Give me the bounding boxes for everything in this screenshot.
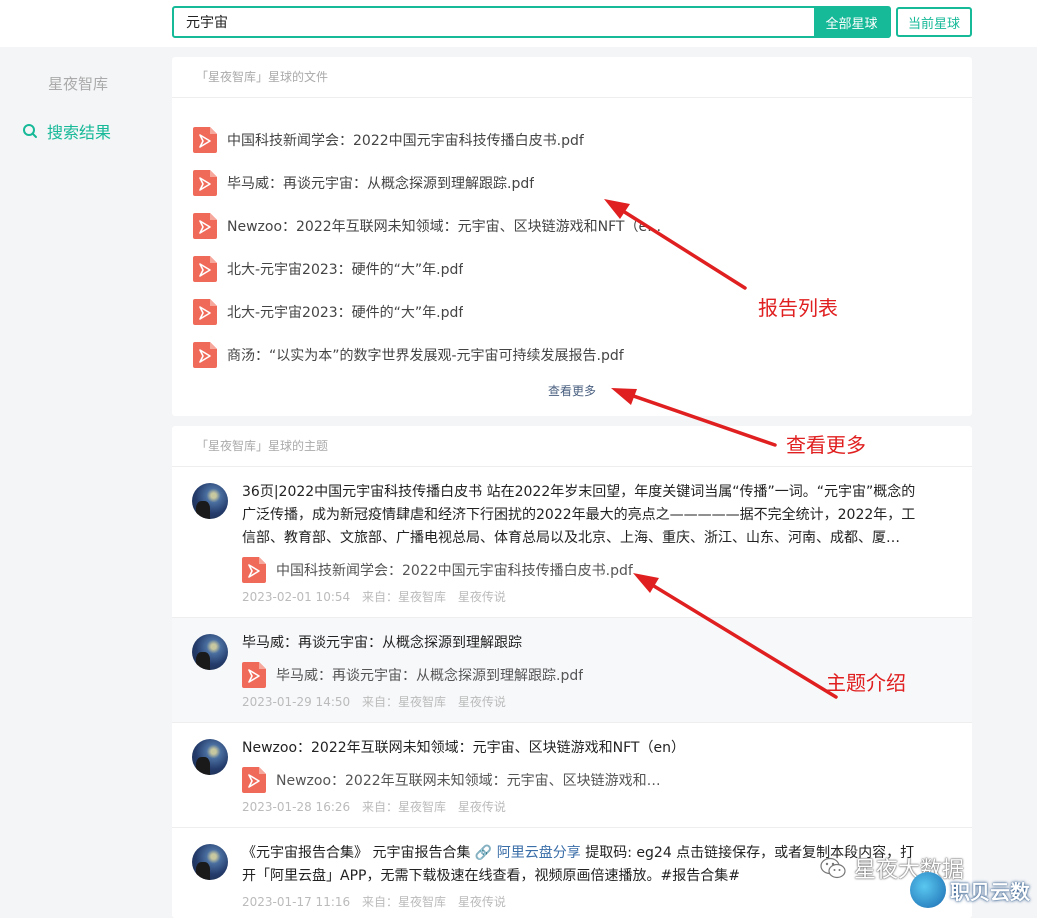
topic-source: 来自：星夜智库: [361, 590, 446, 604]
avatar[interactable]: [192, 844, 228, 880]
search-current-planet-button[interactable]: 当前星球: [896, 7, 972, 37]
watermark: 星夜大数据 职贝云数: [820, 852, 1030, 908]
topic-date: 2023-02-01 10:54: [242, 590, 351, 604]
file-name: 北大-元宇宙2023：硬件的“大”年.pdf: [227, 304, 464, 321]
avatar[interactable]: [192, 739, 228, 775]
file-name: 毕马威：再谈元宇宙：从概念探源到理解跟踪.pdf: [227, 175, 535, 192]
topic-tag[interactable]: 星夜传说: [458, 895, 506, 909]
watermark-logo-text: 职贝云数: [950, 880, 1030, 904]
attachment-name: 中国科技新闻学会：2022中国元宇宙科技传播白皮书.pdf: [276, 563, 633, 579]
avatar[interactable]: [192, 483, 228, 519]
sidebar-brand[interactable]: 星夜智库: [48, 73, 108, 94]
pdf-file-icon: [242, 662, 266, 688]
file-item[interactable]: 商汤：“以实为本”的数字世界发展观-元宇宙可持续发展报告.pdf: [172, 333, 972, 376]
topic-attachment[interactable]: 中国科技新闻学会：2022中国元宇宙科技传播白皮书.pdf: [242, 557, 972, 583]
search-icon: [23, 124, 37, 138]
pdf-file-icon: [242, 557, 266, 583]
file-item[interactable]: 北大-元宇宙2023：硬件的“大”年.pdf: [172, 290, 972, 333]
topic-tag[interactable]: 星夜传说: [458, 695, 506, 709]
aliyun-share-link[interactable]: 🔗 阿里云盘分享: [475, 845, 581, 861]
brand-logo-icon: [910, 872, 946, 908]
sidebar-item-label: 搜索结果: [47, 123, 112, 142]
top-bar: 全部星球 当前星球: [0, 0, 1037, 47]
search-box: 全部星球: [172, 6, 891, 38]
file-item[interactable]: 中国科技新闻学会：2022中国元宇宙科技传播白皮书.pdf: [172, 118, 972, 161]
wechat-icon: [820, 857, 846, 879]
pdf-file-icon: [193, 298, 217, 325]
attachment-name: 毕马威：再谈元宇宙：从概念探源到理解跟踪.pdf: [276, 668, 584, 684]
topic-item[interactable]: 36页|2022中国元宇宙科技传播白皮书 站在2022年岁末回望，年度关键词当属…: [172, 467, 972, 618]
file-name: 中国科技新闻学会：2022中国元宇宙科技传播白皮书.pdf: [227, 132, 584, 149]
file-name: 商汤：“以实为本”的数字世界发展观-元宇宙可持续发展报告.pdf: [227, 347, 624, 364]
files-section-header: 「星夜智库」星球的文件: [172, 57, 972, 98]
topic-text: Newzoo：2022年互联网未知领域：元宇宙、区块链游戏和NFT（en）: [242, 740, 685, 756]
topic-source: 来自：星夜智库: [361, 695, 446, 709]
annotation-see-more: 查看更多: [786, 433, 866, 457]
topic-meta: 2023-01-29 14:50 来自：星夜智库 星夜传说: [242, 693, 972, 722]
annotation-report-list: 报告列表: [758, 296, 838, 320]
pdf-file-icon: [193, 169, 217, 196]
see-more-link[interactable]: 查看更多: [172, 382, 972, 399]
topic-date: 2023-01-17 11:16: [242, 895, 351, 909]
topic-source: 来自：星夜智库: [361, 800, 446, 814]
file-item[interactable]: 毕马威：再谈元宇宙：从概念探源到理解跟踪.pdf: [172, 161, 972, 204]
topic-item[interactable]: Newzoo：2022年互联网未知领域：元宇宙、区块链游戏和NFT（en） Ne…: [172, 723, 972, 828]
topic-text-before: 《元宇宙报告合集》 元宇宙报告合集: [242, 845, 475, 861]
topic-tag[interactable]: 星夜传说: [458, 800, 506, 814]
topic-meta: 2023-01-28 16:26 来自：星夜智库 星夜传说: [242, 798, 972, 827]
sidebar-item-search-results[interactable]: 搜索结果: [22, 119, 111, 143]
pdf-file-icon: [193, 341, 217, 368]
files-card: 「星夜智库」星球的文件 中国科技新闻学会：2022中国元宇宙科技传播白皮书.pd…: [172, 57, 972, 416]
topic-attachment[interactable]: Newzoo：2022年互联网未知领域：元宇宙、区块链游戏和NF...: [242, 767, 972, 793]
search-all-planets-button[interactable]: 全部星球: [814, 8, 889, 36]
pdf-file-icon: [193, 126, 217, 153]
search-input[interactable]: [174, 8, 814, 36]
pdf-file-icon: [193, 212, 217, 239]
file-item[interactable]: 北大-元宇宙2023：硬件的“大”年.pdf: [172, 247, 972, 290]
topic-date: 2023-01-29 14:50: [242, 695, 351, 709]
watermark-text: 星夜大数据: [854, 858, 965, 883]
attachment-name: Newzoo：2022年互联网未知领域：元宇宙、区块链游戏和NF...: [276, 773, 666, 789]
topic-tag[interactable]: 星夜传说: [458, 590, 506, 604]
topic-meta: 2023-02-01 10:54 来自：星夜智库 星夜传说: [242, 588, 972, 617]
pdf-file-icon: [193, 255, 217, 282]
file-name: Newzoo：2022年互联网未知领域：元宇宙、区块链游戏和NFT（en...: [227, 218, 667, 235]
topic-text: 毕马威：再谈元宇宙：从概念探源到理解跟踪: [242, 635, 522, 651]
annotation-topic-intro: 主题介绍: [826, 671, 906, 695]
topic-date: 2023-01-28 16:26: [242, 800, 351, 814]
pdf-file-icon: [242, 767, 266, 793]
file-list: 中国科技新闻学会：2022中国元宇宙科技传播白皮书.pdf 毕马威：再谈元宇宙：…: [172, 98, 972, 376]
topic-meta: 2023-01-17 11:16 来自：星夜智库 星夜传说: [242, 893, 972, 918]
avatar[interactable]: [192, 634, 228, 670]
file-name: 北大-元宇宙2023：硬件的“大”年.pdf: [227, 261, 464, 278]
topic-text: 36页|2022中国元宇宙科技传播白皮书 站在2022年岁末回望，年度关键词当属…: [242, 484, 916, 546]
file-item[interactable]: Newzoo：2022年互联网未知领域：元宇宙、区块链游戏和NFT（en...: [172, 204, 972, 247]
topic-source: 来自：星夜智库: [361, 895, 446, 909]
